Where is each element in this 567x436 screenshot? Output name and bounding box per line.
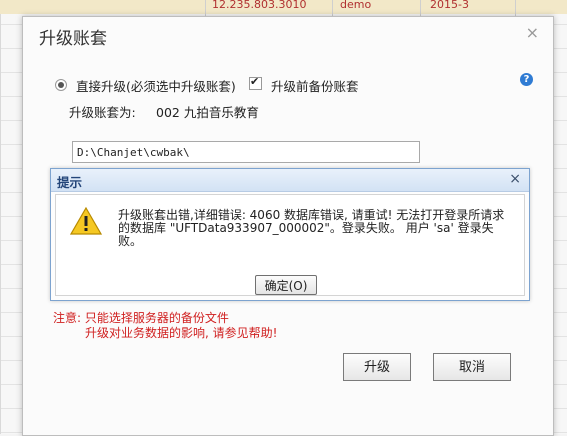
background-cell: demo bbox=[340, 0, 372, 11]
help-note-text: 升级对业务数据的影响, 请参见帮助! bbox=[85, 326, 278, 340]
cancel-button[interactable]: 取消 bbox=[433, 353, 511, 381]
background-cell: 12.235.803.3010 bbox=[212, 0, 307, 11]
prompt-body: 升级账套出错,详细错误: 4060 数据库错误, 请重试! 无法打开登录所请求的… bbox=[55, 194, 525, 296]
target-account-value: 002 九拍音乐教育 bbox=[156, 105, 259, 120]
backup-checkbox[interactable] bbox=[249, 75, 262, 90]
upgrade-button[interactable]: 升级 bbox=[343, 353, 411, 381]
direct-upgrade-label[interactable]: 直接升级(必须选中升级账套) bbox=[76, 76, 236, 95]
target-account-label: 升级账套为: bbox=[69, 105, 136, 120]
backup-path-input[interactable]: D:\Chanjet\cwbak\ bbox=[72, 141, 420, 163]
direct-upgrade-radio[interactable] bbox=[55, 79, 67, 91]
close-icon[interactable]: × bbox=[526, 23, 539, 42]
prompt-title-bar: 提示 × bbox=[51, 169, 529, 192]
backup-checkbox-label[interactable]: 升级前备份账套 bbox=[271, 76, 359, 95]
dialog-title: 升级账套 bbox=[39, 29, 107, 49]
warning-icon bbox=[70, 207, 102, 235]
ok-button[interactable]: 确定(O) bbox=[255, 275, 317, 295]
prompt-title: 提示 bbox=[57, 175, 83, 190]
help-icon[interactable]: ? bbox=[520, 73, 533, 86]
background-row: 12.235.803.3010 demo 2015-3 bbox=[0, 0, 567, 14]
error-prompt-dialog: 提示 × 升级账套出错,详细错误: 4060 数据库错误, 请重试! 无法打开登… bbox=[50, 168, 530, 301]
close-icon[interactable]: × bbox=[509, 171, 521, 187]
background-cell: 2015-3 bbox=[430, 0, 469, 11]
error-message: 升级账套出错,详细错误: 4060 数据库错误, 请重试! 无法打开登录所请求的… bbox=[118, 208, 505, 248]
